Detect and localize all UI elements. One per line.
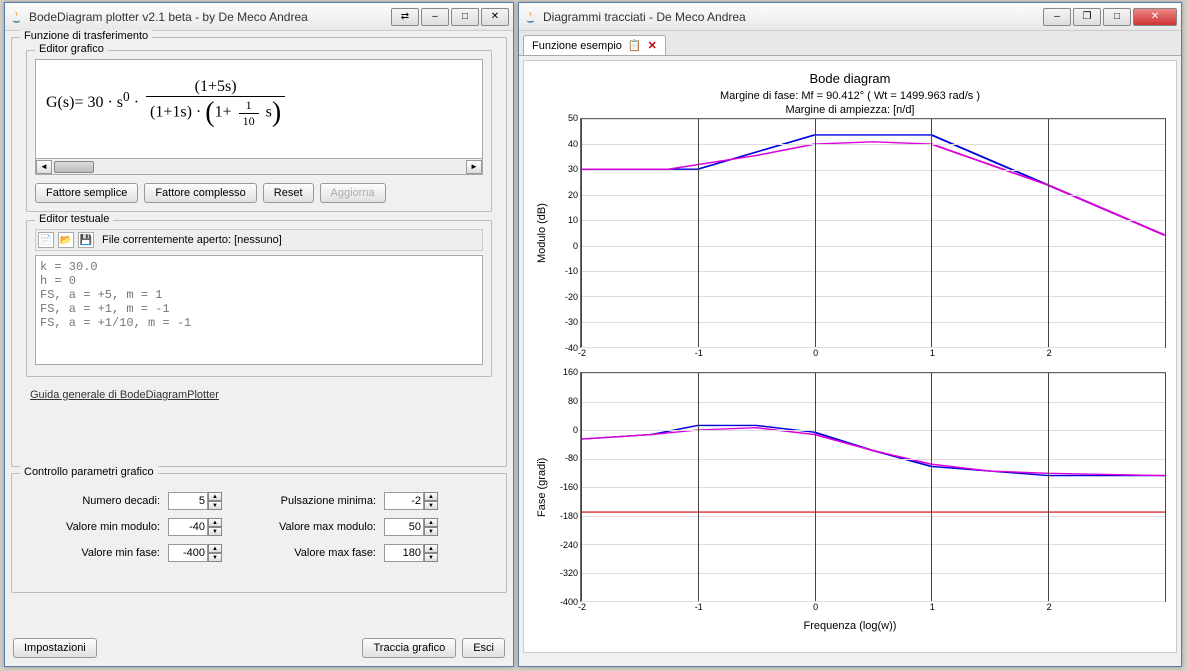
plot-button[interactable]: Traccia grafico: [362, 638, 456, 658]
num-dec-spinner[interactable]: ▲▼: [168, 492, 228, 510]
formula-fraction: (1+5s) (1+1s) · (1+ 110 s): [146, 78, 285, 129]
close-button[interactable]: ✕: [481, 8, 509, 26]
minimize-button[interactable]: –: [421, 8, 449, 26]
minimize-button[interactable]: –: [1043, 8, 1071, 26]
legend-transfer: Funzione di trasferimento: [20, 30, 152, 42]
title-left: BodeDiagram plotter v2.1 beta - by De Me…: [29, 10, 391, 24]
formula-display: G(s)= 30 · s0 · (1+5s) (1+1s) · (1+ 110 …: [35, 59, 483, 159]
tabbar: Funzione esempio 📋 ✕: [519, 31, 1181, 56]
settings-button[interactable]: Impostazioni: [13, 638, 97, 658]
puls-min-spinner[interactable]: ▲▼: [384, 492, 444, 510]
magnitude-plot: Modulo (dB) 50403020100-10-20-30-40: [534, 118, 1166, 348]
scroll-left-arrow[interactable]: ◄: [36, 160, 52, 174]
code-textarea[interactable]: [35, 255, 483, 365]
xticks-mag: -2-1012: [582, 348, 1166, 362]
xticks-phase: -2-1012: [582, 602, 1166, 616]
titlebar-right[interactable]: Diagrammi tracciati - De Meco Andrea – ❐…: [519, 3, 1181, 31]
ylabel-mag: Modulo (dB): [534, 118, 550, 348]
complex-factor-button[interactable]: Fattore complesso: [144, 183, 256, 203]
open-file-icon[interactable]: 📂: [58, 232, 74, 248]
java-icon: [9, 10, 23, 24]
chart-area: Bode diagram Margine di fase: Mf = 90.41…: [523, 60, 1177, 653]
exit-button[interactable]: Esci: [462, 638, 505, 658]
vmax-mod-spinner[interactable]: ▲▼: [384, 518, 444, 536]
vmin-fase-label: Valore min fase:: [40, 547, 160, 559]
update-button[interactable]: Aggiorna: [320, 183, 386, 203]
chart-sub2: Margine di ampiezza: [n/d]: [534, 104, 1166, 116]
text-editor-group: Editor testuale 📄 📂 💾 File correntemente…: [26, 220, 492, 377]
bottom-buttons: Impostazioni Traccia grafico Esci: [13, 638, 505, 658]
save-file-icon[interactable]: 💾: [78, 232, 94, 248]
close-button[interactable]: ✕: [1133, 8, 1177, 26]
ylabel-phase: Fase (gradi): [534, 372, 550, 602]
left-window: BodeDiagram plotter v2.1 beta - by De Me…: [4, 2, 514, 667]
scroll-track[interactable]: [52, 160, 466, 174]
plot-main-mag: [580, 118, 1166, 348]
simple-factor-button[interactable]: Fattore semplice: [35, 183, 138, 203]
java-icon: [523, 10, 537, 24]
puls-min-label: Pulsazione minima:: [236, 495, 376, 507]
guide-link[interactable]: Guida generale di BodeDiagramPlotter: [30, 389, 219, 401]
titlebar-left[interactable]: BodeDiagram plotter v2.1 beta - by De Me…: [5, 3, 513, 31]
graphic-editor-group: Editor grafico G(s)= 30 · s0 · (1+5s) (1…: [26, 50, 492, 212]
vmin-mod-label: Valore min modulo:: [40, 521, 160, 533]
legend-graphic: Editor grafico: [35, 43, 108, 55]
scroll-right-arrow[interactable]: ►: [466, 160, 482, 174]
tab-export-icon[interactable]: 📋: [628, 39, 642, 52]
scroll-thumb[interactable]: [54, 161, 94, 173]
vmax-fase-label: Valore max fase:: [236, 547, 376, 559]
vmin-mod-spinner[interactable]: ▲▼: [168, 518, 228, 536]
tab-label: Funzione esempio: [532, 40, 622, 52]
restore-button[interactable]: ❐: [1073, 8, 1101, 26]
xlabel: Frequenza (log(w)): [534, 620, 1166, 632]
yticks-mag: 50403020100-10-20-30-40: [550, 118, 580, 348]
legend-params: Controllo parametri grafico: [20, 466, 158, 478]
yticks-phase: 160800-80-160-180-240-320-400: [550, 372, 580, 602]
chart-title: Bode diagram: [534, 71, 1166, 86]
mag-curves: [581, 119, 1165, 347]
chart-sub1: Margine di fase: Mf = 90.412° ( Wt = 149…: [534, 90, 1166, 102]
new-file-icon[interactable]: 📄: [38, 232, 54, 248]
window-buttons: ⇄ – □ ✕: [391, 8, 509, 26]
vmin-fase-spinner[interactable]: ▲▼: [168, 544, 228, 562]
params-group: Controllo parametri grafico Numero decad…: [11, 473, 507, 593]
tab-example[interactable]: Funzione esempio 📋 ✕: [523, 35, 666, 55]
plots-container: Modulo (dB) 50403020100-10-20-30-40 -2-1…: [534, 118, 1166, 639]
maximize-button[interactable]: □: [1103, 8, 1131, 26]
vmax-mod-label: Valore max modulo:: [236, 521, 376, 533]
formula-prefix: G(s)= 30 · s: [46, 94, 123, 111]
num-dec-label: Numero decadi:: [40, 495, 160, 507]
tab-close-icon[interactable]: ✕: [648, 39, 657, 52]
legend-text: Editor testuale: [35, 213, 113, 225]
window-buttons-right: – ❐ □ ✕: [1043, 8, 1177, 26]
plot-main-phase: [580, 372, 1166, 602]
swap-button[interactable]: ⇄: [391, 8, 419, 26]
right-window: Diagrammi tracciati - De Meco Andrea – ❐…: [518, 2, 1182, 667]
text-toolbar: 📄 📂 💾 File correntemente aperto: [nessun…: [35, 229, 483, 251]
title-right: Diagrammi tracciati - De Meco Andrea: [543, 10, 1043, 24]
maximize-button[interactable]: □: [451, 8, 479, 26]
formula-scrollbar[interactable]: ◄ ►: [35, 159, 483, 175]
reset-button[interactable]: Reset: [263, 183, 314, 203]
current-file-label: File correntemente aperto: [nessuno]: [102, 234, 282, 246]
vmax-fase-spinner[interactable]: ▲▼: [384, 544, 444, 562]
phase-plot: Fase (gradi) 160800-80-160-180-240-320-4…: [534, 372, 1166, 602]
transfer-function-group: Funzione di trasferimento Editor grafico…: [11, 37, 507, 467]
param-grid: Numero decadi: ▲▼ Pulsazione minima: ▲▼ …: [40, 492, 498, 562]
